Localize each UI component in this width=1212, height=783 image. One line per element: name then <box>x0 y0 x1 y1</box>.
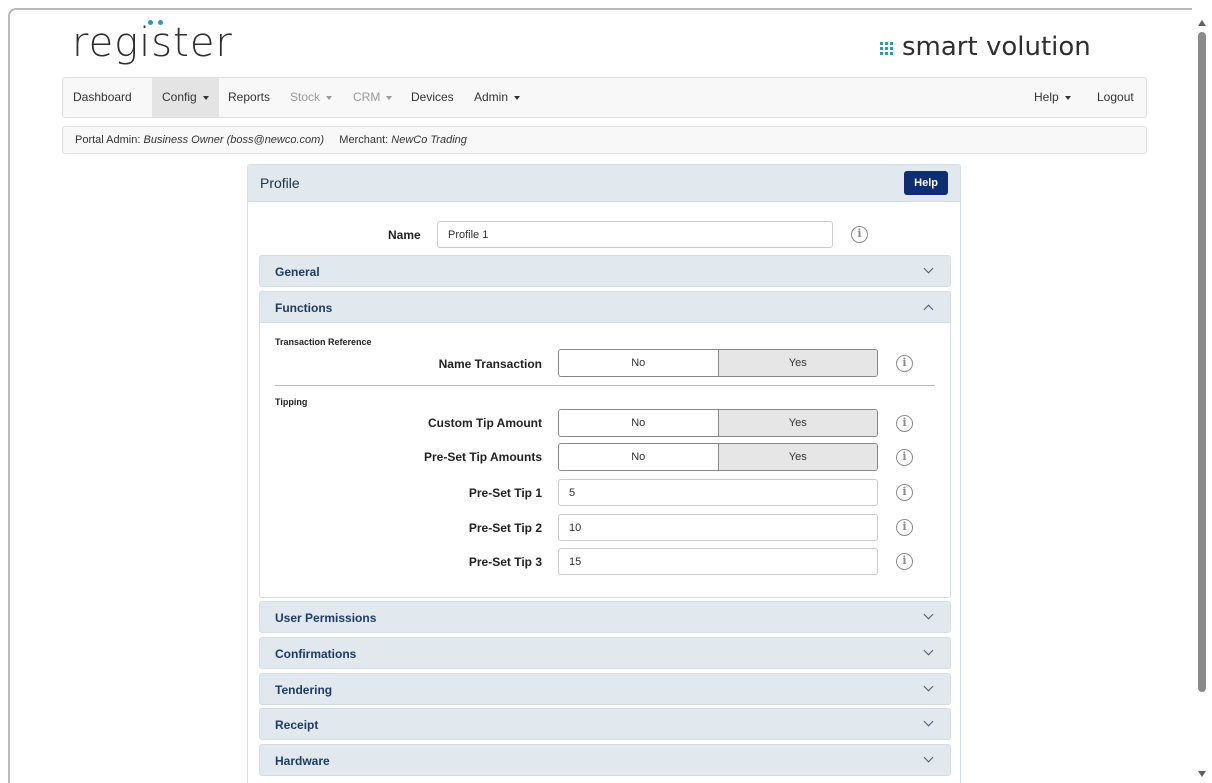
chevron-down-icon <box>923 263 934 274</box>
scroll-up-arrow-icon[interactable] <box>1198 20 1206 26</box>
info-icon[interactable]: i <box>896 519 913 536</box>
scroll-down-arrow-icon[interactable] <box>1198 771 1206 777</box>
admin-label: Portal Admin: <box>75 134 141 146</box>
caret-down-icon <box>386 95 393 100</box>
nav-help[interactable]: Help <box>1024 78 1081 117</box>
smart-volution-text: smart volution <box>902 32 1091 62</box>
account-info-bar: Portal Admin: Business Owner (boss@newco… <box>62 126 1147 154</box>
nav-dashboard[interactable]: Dashboard <box>63 78 142 117</box>
chevron-down-icon <box>923 645 934 656</box>
toggle-no[interactable]: No <box>559 350 719 376</box>
nav-reports[interactable]: Reports <box>218 78 280 117</box>
caret-down-icon <box>514 95 521 100</box>
chevron-down-icon <box>923 681 934 692</box>
chevron-down-icon <box>923 752 934 763</box>
nav-admin[interactable]: Admin <box>464 78 530 117</box>
toggle-yes[interactable]: Yes <box>718 410 877 436</box>
name-input[interactable] <box>437 221 833 248</box>
section-title: Functions <box>275 301 333 315</box>
section-confirmations[interactable]: Confirmations <box>259 637 951 669</box>
section-title: Tendering <box>275 683 333 697</box>
name-transaction-toggle[interactable]: No Yes <box>558 349 878 377</box>
info-icon[interactable]: i <box>896 415 913 432</box>
panel-title: Profile <box>260 175 300 191</box>
profile-panel: Profile Help Name i General Functions Tr… <box>247 164 961 783</box>
caret-down-icon <box>326 95 333 100</box>
functions-body: Transaction Reference Name Transaction N… <box>259 323 951 598</box>
info-icon[interactable]: i <box>896 449 913 466</box>
name-transaction-label: Name Transaction <box>438 357 542 371</box>
info-icon[interactable]: i <box>896 484 913 501</box>
nav-logout[interactable]: Logout <box>1087 78 1144 117</box>
divider <box>275 385 935 386</box>
preset-tip-1-input[interactable] <box>558 479 878 506</box>
help-button[interactable]: Help <box>904 171 948 195</box>
section-general[interactable]: General <box>259 255 951 287</box>
nav-devices[interactable]: Devices <box>401 78 464 117</box>
group-transaction-reference: Transaction Reference <box>275 337 372 347</box>
merchant-value: NewCo Trading <box>391 134 467 146</box>
custom-tip-toggle[interactable]: No Yes <box>558 409 878 437</box>
section-functions[interactable]: Functions <box>259 291 951 323</box>
preset-tips-label: Pre-Set Tip Amounts <box>423 450 542 464</box>
info-icon[interactable]: i <box>851 226 868 243</box>
custom-tip-label: Custom Tip Amount <box>428 416 542 430</box>
section-hardware[interactable]: Hardware <box>259 744 951 776</box>
section-title: General <box>275 265 320 279</box>
toggle-no[interactable]: No <box>559 444 719 470</box>
toggle-no[interactable]: No <box>559 410 719 436</box>
grid-dots-icon <box>880 42 894 56</box>
admin-value: Business Owner (boss@newco.com) <box>143 134 324 146</box>
preset-tip-3-label: Pre-Set Tip 3 <box>468 555 542 569</box>
info-icon[interactable]: i <box>896 553 913 570</box>
chevron-up-icon <box>923 304 934 315</box>
section-receipt[interactable]: Receipt <box>259 708 951 740</box>
preset-tip-2-input[interactable] <box>558 514 878 541</box>
nav-config[interactable]: Config <box>152 78 219 117</box>
preset-tip-3-input[interactable] <box>558 548 878 575</box>
caret-down-icon <box>1064 95 1071 100</box>
section-title: Confirmations <box>275 647 357 661</box>
nav-crm[interactable]: CRM <box>343 78 402 117</box>
section-title: User Permissions <box>275 611 377 625</box>
main-navbar: Dashboard Config Reports Stock CRM Devic… <box>62 77 1147 118</box>
vertical-scrollbar[interactable] <box>1193 8 1212 783</box>
register-logo: register <box>72 20 233 66</box>
group-tipping: Tipping <box>275 397 308 407</box>
panel-heading: Profile Help <box>248 165 960 202</box>
chevron-down-icon <box>923 716 934 727</box>
section-title: Hardware <box>275 754 330 768</box>
smart-volution-logo: smart volution <box>880 30 1091 64</box>
merchant-label: Merchant: <box>339 134 389 146</box>
preset-tips-toggle[interactable]: No Yes <box>558 443 878 471</box>
toggle-yes[interactable]: Yes <box>718 350 877 376</box>
chevron-down-icon <box>923 609 934 620</box>
section-title: Receipt <box>275 718 319 732</box>
preset-tip-2-label: Pre-Set Tip 2 <box>468 521 542 535</box>
name-label: Name <box>388 228 421 242</box>
caret-down-icon <box>202 95 209 100</box>
preset-tip-1-label: Pre-Set Tip 1 <box>468 486 542 500</box>
toggle-yes[interactable]: Yes <box>718 444 877 470</box>
section-user-permissions[interactable]: User Permissions <box>259 601 951 633</box>
scroll-thumb[interactable] <box>1198 32 1206 692</box>
nav-stock[interactable]: Stock <box>280 78 342 117</box>
info-icon[interactable]: i <box>896 355 913 372</box>
section-tendering[interactable]: Tendering <box>259 673 951 705</box>
